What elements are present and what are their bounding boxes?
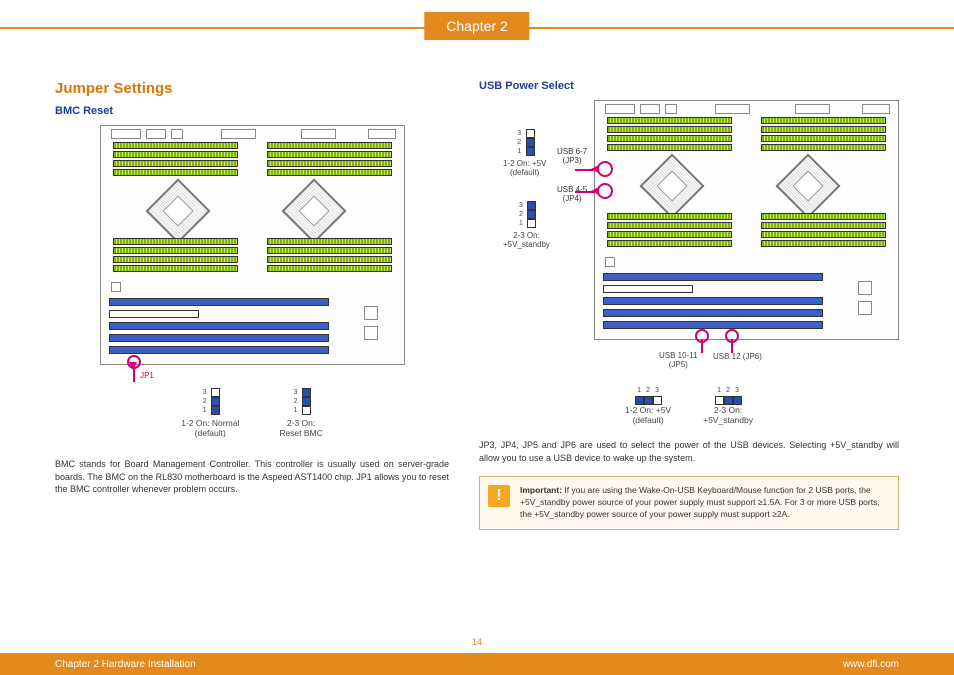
page-number: 14 [472,637,482,647]
lbl-usb1011: USB 10-11 (JP5) [659,352,698,370]
bmc-diagram [100,125,405,365]
important-icon: ! [488,485,510,507]
right-h2: USB Power Select [479,80,899,92]
important-title: Important: [520,485,562,495]
left-column: Jumper Settings BMC Reset [55,80,449,635]
legend-reset: 3 2 1 2-3 On: Reset BMC [279,386,322,438]
legend-5vsb: 1 2 3 2-3 On: +5V_standby [703,384,753,425]
bmc-body: BMC stands for Board Management Controll… [55,458,449,496]
footer-left: Chapter 2 Hardware Installation [55,659,196,670]
important-body: If you are using the Wake-On-USB Keyboar… [520,485,880,519]
left-h1: Jumper Settings [55,80,449,97]
legend-normal: 3 2 1 1-2 On: Normal (default) [181,386,239,438]
right-column: USB Power Select 3 2 1 1-2 On: +5V (defa… [479,80,899,635]
lbl-usb67: USB 6-7 (JP3) [557,148,587,166]
legend-5v: 1 2 3 1-2 On: +5V (default) [625,384,671,425]
lbl-usb12: USB 12 (JP6) [713,353,762,362]
chapter-tab: Chapter 2 [424,12,529,40]
left-h2: BMC Reset [55,105,449,117]
lbl-usb45: USB 4-5 (JP4) [557,186,587,204]
jp1-label: JP1 [0,371,449,380]
important-box: ! Important: If you are using the Wake-O… [479,476,899,530]
usb-diagram [594,100,899,340]
footer: Chapter 2 Hardware Installation www.dfi.… [0,653,954,675]
footer-right: www.dfi.com [843,659,899,670]
usb-body: JP3, JP4, JP5 and JP6 are used to select… [479,439,899,464]
